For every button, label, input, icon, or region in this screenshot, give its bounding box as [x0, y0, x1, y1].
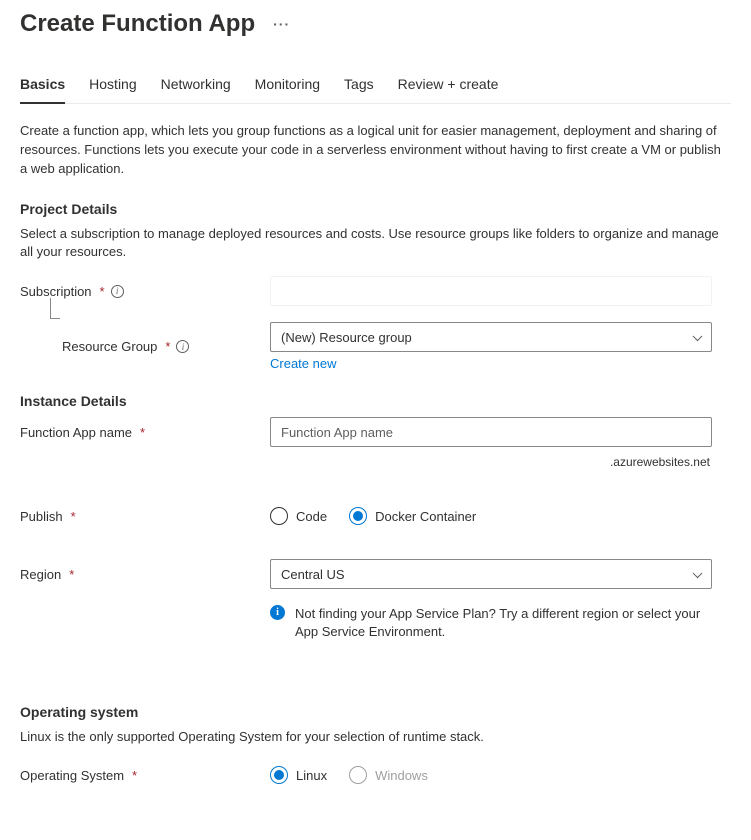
tab-review-create[interactable]: Review + create — [398, 68, 499, 104]
resource-group-select[interactable]: (New) Resource group — [270, 322, 712, 352]
section-desc-project: Select a subscription to manage deployed… — [20, 225, 731, 263]
publish-option-docker[interactable]: Docker Container — [349, 507, 476, 525]
chevron-down-icon — [693, 332, 703, 342]
tab-networking[interactable]: Networking — [161, 68, 231, 104]
intro-text: Create a function app, which lets you gr… — [20, 122, 731, 179]
tab-hosting[interactable]: Hosting — [89, 68, 136, 104]
info-icon[interactable]: i — [111, 285, 124, 298]
domain-suffix: .azurewebsites.net — [270, 455, 712, 469]
region-label: Region* — [20, 567, 270, 582]
function-app-name-input[interactable] — [270, 417, 712, 447]
create-new-link[interactable]: Create new — [270, 356, 336, 371]
region-select[interactable]: Central US — [270, 559, 712, 589]
region-info-message: i Not finding your App Service Plan? Try… — [270, 605, 712, 641]
tree-arm — [20, 308, 270, 322]
resource-group-label: Resource Group* i — [20, 339, 270, 354]
info-icon: i — [270, 605, 285, 620]
info-icon[interactable]: i — [176, 340, 189, 353]
page-title: Create Function App ··· — [20, 10, 731, 38]
publish-radio-group: Code Docker Container — [270, 507, 712, 525]
tab-basics[interactable]: Basics — [20, 68, 65, 104]
os-label: Operating System* — [20, 768, 270, 783]
section-heading-project: Project Details — [20, 201, 731, 217]
subscription-select[interactable] — [270, 276, 712, 306]
publish-option-code[interactable]: Code — [270, 507, 327, 525]
os-radio-group: Linux Windows — [270, 766, 712, 784]
function-app-name-label: Function App name* — [20, 425, 270, 440]
section-desc-os: Linux is the only supported Operating Sy… — [20, 728, 731, 747]
wizard-tabs: Basics Hosting Networking Monitoring Tag… — [20, 68, 731, 104]
subscription-label: Subscription* i — [20, 284, 270, 299]
section-heading-instance: Instance Details — [20, 393, 731, 409]
publish-label: Publish* — [20, 509, 270, 524]
section-heading-os: Operating system — [20, 704, 731, 720]
os-option-linux[interactable]: Linux — [270, 766, 327, 784]
chevron-down-icon — [693, 569, 703, 579]
tab-tags[interactable]: Tags — [344, 68, 374, 104]
page-title-text: Create Function App — [20, 10, 255, 38]
tab-monitoring[interactable]: Monitoring — [255, 68, 320, 104]
command-more-icon[interactable]: ··· — [273, 16, 290, 32]
os-option-windows: Windows — [349, 766, 428, 784]
